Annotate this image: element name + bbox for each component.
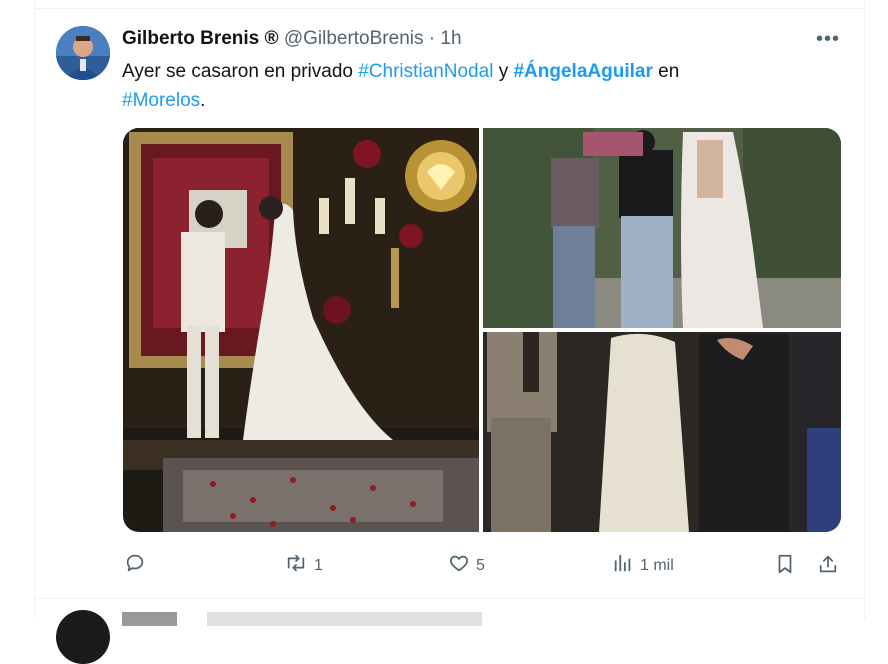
like-button[interactable]: 5 xyxy=(448,552,485,579)
media-grid[interactable] xyxy=(123,128,841,532)
hashtag-link[interactable]: #ChristianNodal xyxy=(358,61,493,82)
text-part: en xyxy=(652,61,680,82)
share-icon xyxy=(817,552,839,581)
bookmark-button[interactable] xyxy=(774,552,796,581)
media-photo-outdoor[interactable] xyxy=(483,128,841,328)
text-part: Ayer se casaron en privado xyxy=(122,61,359,82)
text-part: . xyxy=(200,90,206,111)
tweet-divider xyxy=(36,598,864,599)
next-tweet-header xyxy=(122,612,482,626)
reply-button[interactable] xyxy=(124,552,152,579)
hashtag-link[interactable]: #ÁngelaAguilar xyxy=(513,61,652,82)
tweet-text: Ayer se casaron en privado #ChristianNod… xyxy=(122,57,802,115)
next-tweet-avatar[interactable] xyxy=(56,610,110,664)
author-handle[interactable]: @GilbertoBrenis xyxy=(284,28,424,49)
top-divider xyxy=(34,8,865,9)
author-avatar[interactable] xyxy=(56,26,110,80)
reply-icon xyxy=(124,552,146,579)
timeline-right-border xyxy=(864,0,865,620)
media-photo-wedding[interactable] xyxy=(123,128,479,532)
tweet-time[interactable]: 1h xyxy=(440,28,461,49)
header-separator: · xyxy=(428,28,436,49)
text-part: y xyxy=(493,61,514,82)
tweet-header: Gilberto Brenis ® @GilbertoBrenis · 1h xyxy=(122,27,462,51)
media-photo-guests[interactable] xyxy=(483,332,841,532)
views-icon xyxy=(612,552,634,579)
like-count: 5 xyxy=(476,556,485,574)
like-icon xyxy=(448,552,470,579)
share-button[interactable] xyxy=(817,552,839,581)
more-icon[interactable]: ••• xyxy=(816,28,840,51)
author-name[interactable]: Gilberto Brenis ® xyxy=(122,28,279,49)
views-button[interactable]: 1 mil xyxy=(612,552,674,579)
retweet-count: 1 xyxy=(314,556,323,574)
hashtag-link[interactable]: #Morelos xyxy=(122,90,200,111)
timeline-left-border xyxy=(34,0,35,620)
retweet-button[interactable]: 1 xyxy=(284,552,323,579)
bookmark-icon xyxy=(774,552,796,581)
views-count: 1 mil xyxy=(640,556,674,574)
retweet-icon xyxy=(284,552,308,579)
